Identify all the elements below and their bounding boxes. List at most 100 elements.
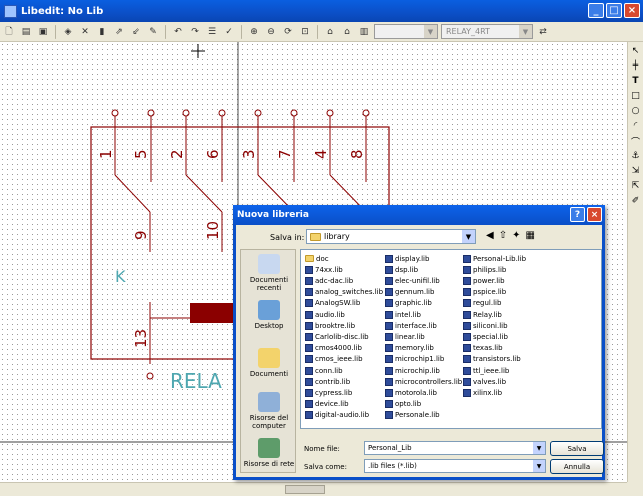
file-item[interactable]: ttl_ieee.lib: [463, 365, 509, 376]
file-item[interactable]: opto.lib: [385, 399, 421, 410]
polyline-tool-icon[interactable]: ⌒: [630, 135, 642, 148]
save-in-combo[interactable]: library ▼: [306, 229, 476, 244]
component-combo[interactable]: ▼: [374, 24, 438, 39]
savetype-select[interactable]: .lib files (*.lib) ▼: [364, 459, 546, 473]
back-icon[interactable]: ◀: [486, 230, 494, 241]
load-lib-icon[interactable]: ▤: [19, 25, 33, 39]
file-item[interactable]: audio.lib: [305, 309, 345, 320]
file-item[interactable]: philips.lib: [463, 264, 506, 275]
file-item[interactable]: contrib.lib: [305, 376, 350, 387]
file-item[interactable]: AnalogSW.lib: [305, 298, 360, 309]
circle-tool-icon[interactable]: ○: [630, 105, 642, 117]
file-item[interactable]: valves.lib: [463, 376, 506, 387]
file-list[interactable]: doc 74xx.lib adc-dac.lib analog_switches.li…: [300, 249, 602, 429]
toolbar-separator: [317, 24, 318, 39]
new-part-icon[interactable]: ◈: [61, 25, 75, 39]
file-item[interactable]: texas.lib: [463, 343, 503, 354]
undo-icon[interactable]: ↶: [171, 25, 185, 39]
select-part-icon[interactable]: ▮: [95, 25, 109, 39]
place-network[interactable]: Risorse di rete: [241, 438, 297, 468]
file-item[interactable]: microchip.lib: [385, 365, 440, 376]
file-item[interactable]: cypress.lib: [305, 387, 352, 398]
body-style-alt-icon[interactable]: ⌂: [340, 25, 354, 39]
file-item[interactable]: Personal-Lib.lib: [463, 253, 526, 264]
file-item[interactable]: 74xx.lib: [305, 264, 343, 275]
file-item[interactable]: transistors.lib: [463, 354, 521, 365]
scrollbar-thumb[interactable]: [285, 485, 325, 494]
doc-icon[interactable]: ▥: [357, 25, 371, 39]
file-item[interactable]: microcontrollers.lib: [385, 376, 462, 387]
test-icon[interactable]: ✓: [222, 25, 236, 39]
file-item[interactable]: special.lib: [463, 331, 508, 342]
place-desktop[interactable]: Desktop: [241, 300, 297, 330]
pin-table-icon[interactable]: ⇄: [536, 25, 550, 39]
zoom-in-icon[interactable]: ⊕: [247, 25, 261, 39]
file-item[interactable]: adc-dac.lib: [305, 275, 353, 286]
help-button[interactable]: ?: [570, 207, 585, 222]
file-item[interactable]: motorola.lib: [385, 387, 437, 398]
pin-tool-icon[interactable]: ╪: [630, 60, 642, 72]
file-item[interactable]: digital-audio.lib: [305, 410, 369, 421]
properties-icon[interactable]: ☰: [205, 25, 219, 39]
rect-tool-icon[interactable]: □: [630, 90, 642, 102]
place-documents[interactable]: Documenti: [241, 348, 297, 378]
file-item[interactable]: dsp.lib: [385, 264, 418, 275]
file-item[interactable]: regul.lib: [463, 298, 501, 309]
zoom-fit-icon[interactable]: ⊡: [298, 25, 312, 39]
save-lib-icon[interactable]: ▣: [36, 25, 50, 39]
file-item[interactable]: graphic.lib: [385, 298, 432, 309]
file-item[interactable]: brooktre.lib: [305, 320, 355, 331]
zoom-redraw-icon[interactable]: ⟳: [281, 25, 295, 39]
file-item[interactable]: device.lib: [305, 399, 349, 410]
horizontal-scrollbar[interactable]: [0, 482, 627, 496]
file-item[interactable]: intel.lib: [385, 309, 421, 320]
file-item[interactable]: siliconi.lib: [463, 320, 508, 331]
minimize-button[interactable]: _: [588, 3, 604, 18]
filename-field[interactable]: Personal_Lib ▼: [364, 441, 546, 455]
file-item[interactable]: power.lib: [463, 275, 505, 286]
file-item[interactable]: xilinx.lib: [463, 387, 502, 398]
file-item[interactable]: Relay.lib: [463, 309, 502, 320]
text-tool-icon[interactable]: T: [630, 75, 642, 87]
delete-part-icon[interactable]: ✕: [78, 25, 92, 39]
file-item[interactable]: display.lib: [385, 253, 429, 264]
file-item[interactable]: doc: [305, 253, 329, 264]
edit-part-icon[interactable]: ✎: [146, 25, 160, 39]
new-lib-icon[interactable]: 🗋: [2, 25, 16, 39]
new-folder-icon[interactable]: ✦: [512, 230, 520, 241]
maximize-button[interactable]: □: [606, 3, 622, 18]
delete-tool-icon[interactable]: ✐: [630, 195, 642, 207]
redo-icon[interactable]: ↷: [188, 25, 202, 39]
file-item[interactable]: pspice.lib: [463, 287, 506, 298]
body-style-icon[interactable]: ⌂: [323, 25, 337, 39]
file-item[interactable]: conn.lib: [305, 365, 343, 376]
file-item[interactable]: memory.lib: [385, 343, 434, 354]
file-item[interactable]: analog_switches.lib: [305, 287, 383, 298]
arc-tool-icon[interactable]: ◜: [630, 120, 642, 132]
export-icon[interactable]: ⇗: [112, 25, 126, 39]
view-menu-icon[interactable]: ▦: [525, 230, 534, 241]
file-item[interactable]: elec-unifil.lib: [385, 275, 440, 286]
export-symbol-icon[interactable]: ⇱: [630, 180, 642, 192]
file-item[interactable]: gennum.lib: [385, 287, 434, 298]
file-item[interactable]: Carlolib-disc.lib: [305, 331, 369, 342]
file-item[interactable]: microchip1.lib: [385, 354, 444, 365]
file-item[interactable]: Personale.lib: [385, 410, 440, 421]
file-item[interactable]: interface.lib: [385, 320, 437, 331]
file-item[interactable]: linear.lib: [385, 331, 425, 342]
cancel-button[interactable]: Annulla: [550, 459, 604, 474]
zoom-out-icon[interactable]: ⊖: [264, 25, 278, 39]
file-item[interactable]: cmos4000.lib: [305, 343, 362, 354]
up-folder-icon[interactable]: ⇧: [499, 230, 507, 241]
dialog-close-button[interactable]: ×: [587, 207, 602, 222]
place-recent[interactable]: Documenti recenti: [241, 254, 297, 292]
cursor-icon[interactable]: ↖: [630, 45, 642, 57]
file-item[interactable]: cmos_ieee.lib: [305, 354, 363, 365]
import-icon[interactable]: ⇙: [129, 25, 143, 39]
close-button[interactable]: ×: [624, 3, 640, 18]
save-button[interactable]: Salva: [550, 441, 604, 456]
part-combo[interactable]: RELAY_4RT ▼: [441, 24, 533, 39]
import-symbol-icon[interactable]: ⇲: [630, 165, 642, 177]
place-computer[interactable]: Risorse del computer: [241, 392, 297, 430]
anchor-icon[interactable]: ⚓: [630, 150, 642, 162]
